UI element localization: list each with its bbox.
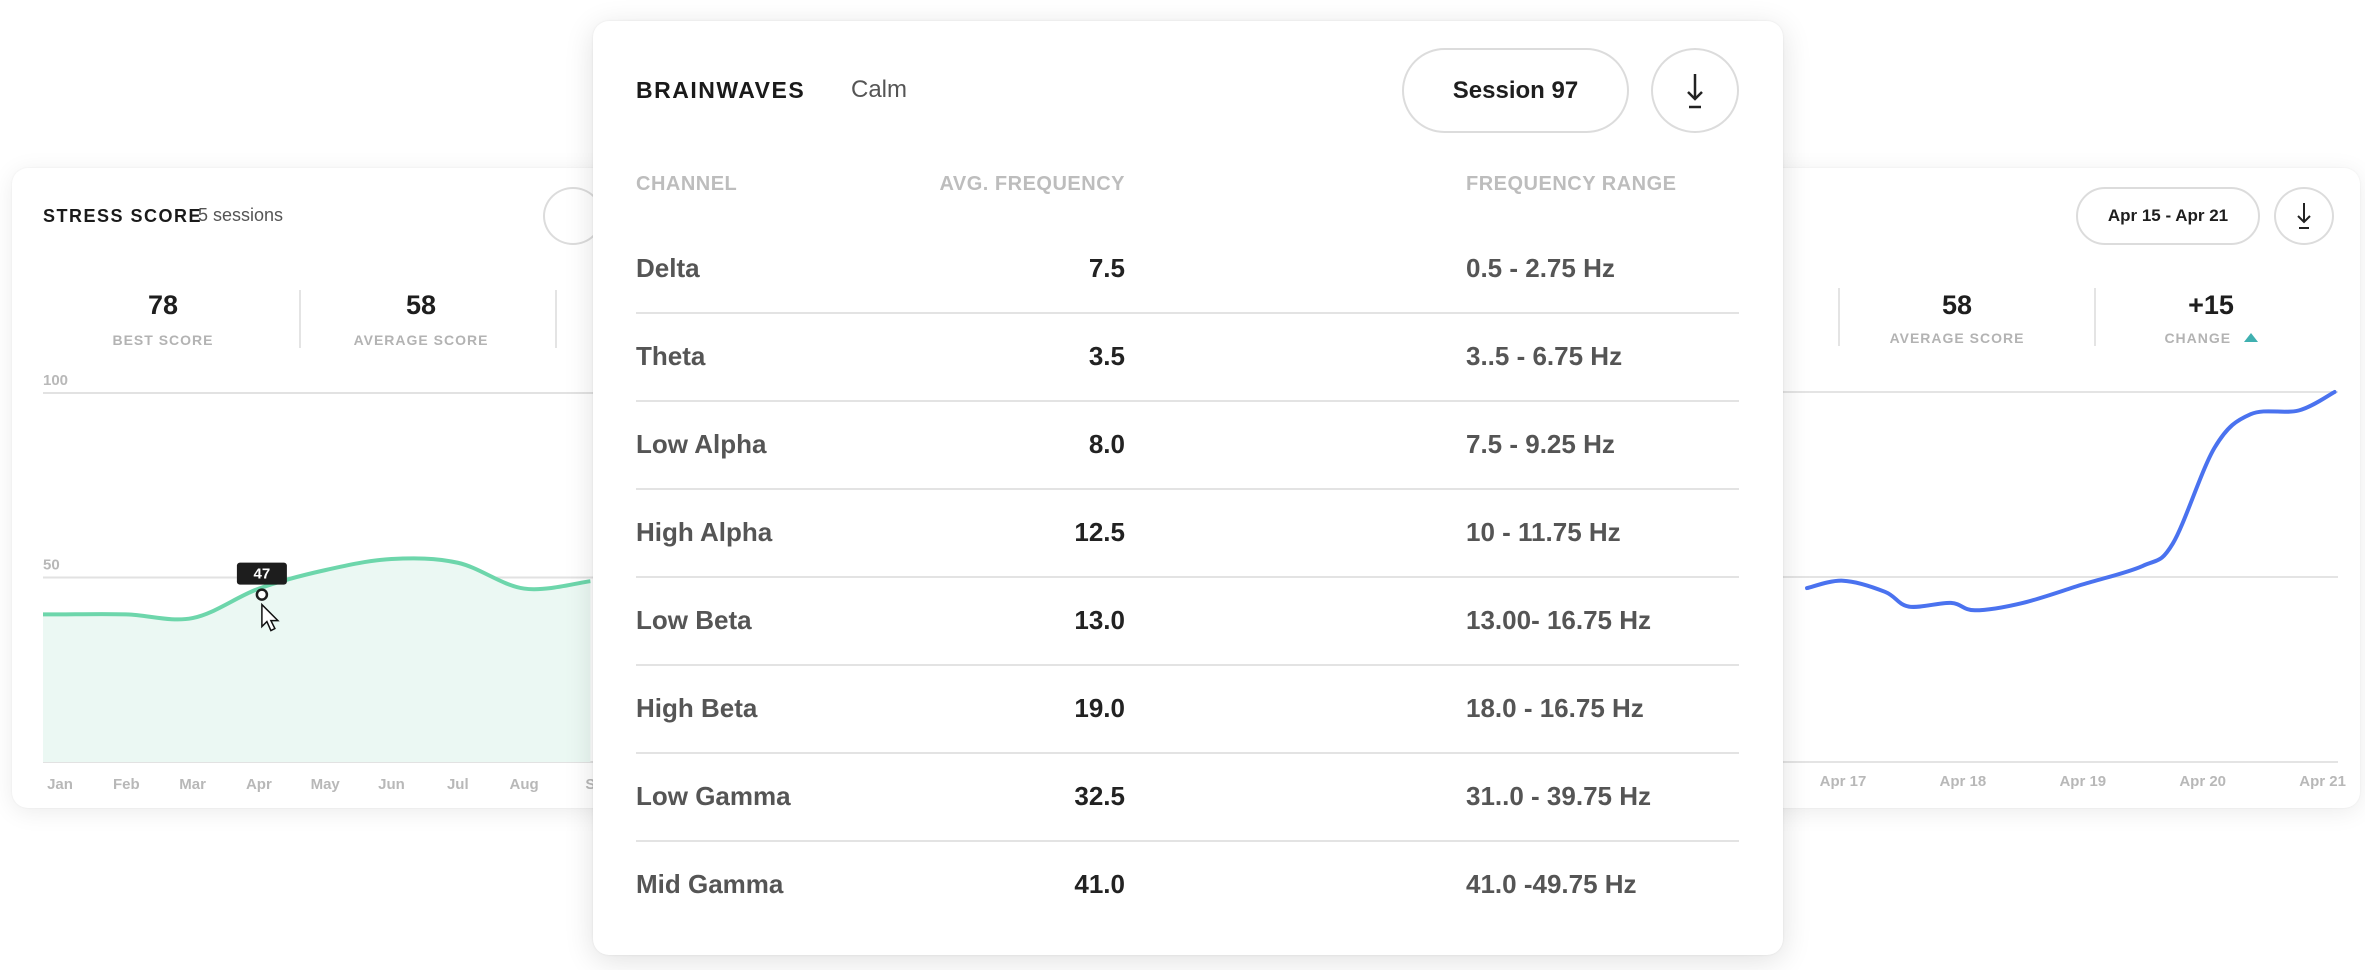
download-icon [1687,73,1703,108]
frequency-range: 41.0 -49.75 Hz [1466,869,1637,899]
frequency-range: 13.00- 16.75 Hz [1466,605,1652,635]
frequency-range: 7.5 - 9.25 Hz [1466,429,1615,459]
table-row[interactable]: Mid Gamma 41.0 41.0 -49.75 Hz [636,849,1739,937]
channel-name: Low Beta [636,605,752,635]
card-subtitle: Calm [851,76,908,103]
card-title: BRAINWAVES [636,77,806,103]
avg-frequency: 7.5 [1088,253,1125,283]
row-divider [636,840,1739,842]
avg-frequency: 41.0 [1074,869,1125,899]
avg-frequency: 19.0 [1074,693,1125,723]
frequency-range: 18.0 - 16.75 Hz [1466,693,1644,723]
channel-name: Low Gamma [636,781,791,811]
row-divider [636,752,1739,754]
row-divider [636,576,1739,578]
avg-frequency: 8.0 [1088,429,1125,459]
session-label: Session 97 [1452,76,1579,104]
avg-frequency: 32.5 [1074,781,1125,811]
table-row[interactable]: Low Gamma 32.5 31..0 - 39.75 Hz [636,761,1739,849]
avg-frequency: 3.5 [1088,341,1125,371]
row-divider [636,488,1739,490]
row-divider [636,664,1739,666]
row-divider [636,312,1739,314]
frequency-range: 10 - 11.75 Hz [1466,517,1621,547]
avg-frequency: 12.5 [1074,517,1125,547]
column-header-channel[interactable]: CHANNEL [636,173,737,196]
table-row[interactable]: High Alpha 12.5 10 - 11.75 Hz [636,497,1739,585]
channel-name: Mid Gamma [636,869,784,899]
channel-name: Theta [636,341,706,371]
session-select-button[interactable]: Session 97 [1402,48,1629,133]
x-tick-label: Apr 19 [2059,773,2106,790]
column-header-avg-frequency[interactable]: AVG. FREQUENCY [923,173,1125,196]
table-row[interactable]: High Beta 19.0 18.0 - 16.75 Hz [636,673,1739,761]
table-row[interactable]: Theta 3.5 3..5 - 6.75 Hz [636,321,1739,409]
table-row[interactable]: Low Beta 13.0 13.00- 16.75 Hz [636,585,1739,673]
x-tick-label: Apr 20 [2179,773,2226,790]
channel-name: High Beta [636,693,758,723]
download-button[interactable] [1651,48,1739,133]
table-row[interactable]: Low Alpha 8.0 7.5 - 9.25 Hz [636,409,1739,497]
channel-name: Low Alpha [636,429,767,459]
channel-name: High Alpha [636,517,773,547]
frequency-range: 3..5 - 6.75 Hz [1466,341,1623,371]
channel-name: Delta [636,253,700,283]
table-row[interactable]: Delta 7.5 0.5 - 2.75 Hz [636,233,1739,321]
frequency-range: 31..0 - 39.75 Hz [1466,781,1651,811]
x-tick-label: Apr 17 [1820,773,1867,790]
x-tick-label: Apr 18 [1940,773,1987,790]
avg-frequency: 13.0 [1074,605,1125,635]
frequency-range: 0.5 - 2.75 Hz [1466,253,1615,283]
x-tick-label: Apr 21 [2299,773,2346,790]
column-header-frequency-range[interactable]: FREQUENCY RANGE [1466,173,1677,196]
row-divider [636,400,1739,402]
brainwaves-card: BRAINWAVES Calm Session 97 CHANNEL AVG. … [593,21,1783,955]
